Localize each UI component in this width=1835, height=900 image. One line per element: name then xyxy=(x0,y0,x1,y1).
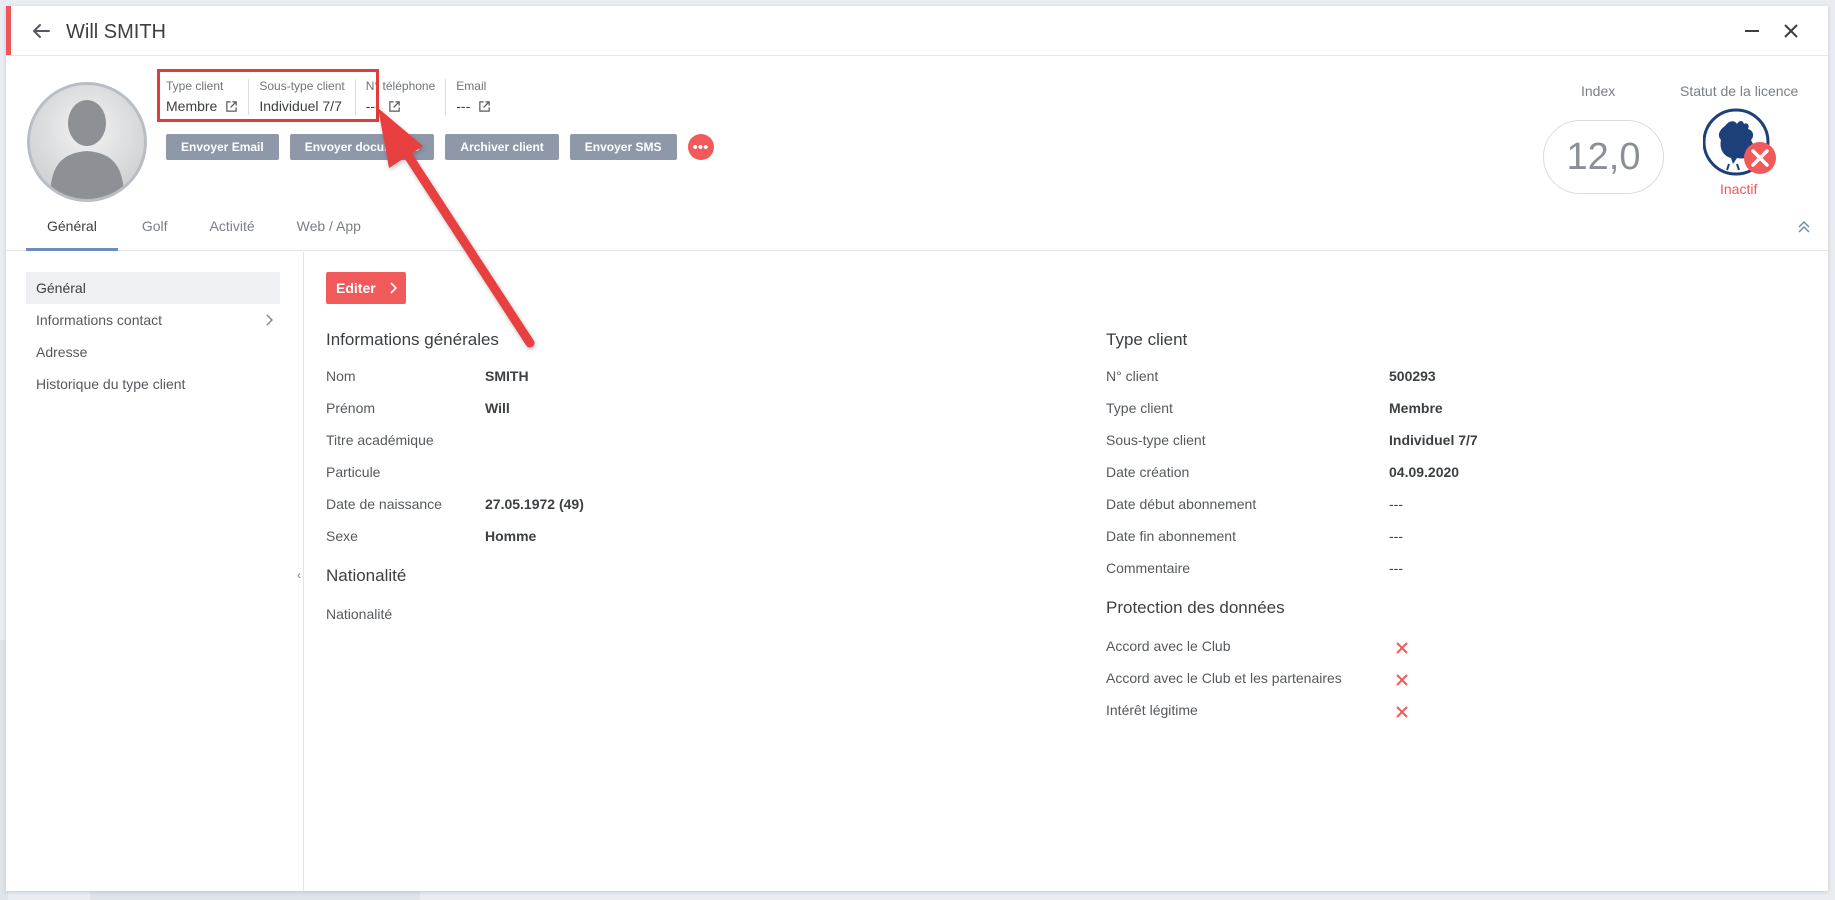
background-shape xyxy=(90,891,420,900)
sidebar-item-general[interactable]: Général xyxy=(26,272,280,304)
row-value: Membre xyxy=(1389,400,1443,416)
tab-golf[interactable]: Golf xyxy=(118,206,189,251)
main-content: Editer Informations générales Nom SMITH … xyxy=(305,252,1828,891)
cross-icon xyxy=(1396,674,1408,686)
row-label: Prénom xyxy=(326,400,376,416)
cross-icon xyxy=(1396,642,1408,654)
edit-button-label: Editer xyxy=(336,280,376,296)
window-title: Will SMITH xyxy=(66,21,166,43)
avatar xyxy=(27,82,147,202)
rooster-licence-icon xyxy=(1703,108,1776,176)
external-link-icon[interactable] xyxy=(478,100,491,113)
collapse-header-icon[interactable] xyxy=(1796,219,1812,235)
row-label: Accord avec le Club xyxy=(1106,638,1231,654)
sidebar-item-label: Informations contact xyxy=(36,312,163,328)
tab-general[interactable]: Général xyxy=(26,206,118,251)
row-label: Nom xyxy=(326,368,356,384)
row-value: --- xyxy=(1389,528,1403,544)
section-title-client-type: Type client xyxy=(1106,330,1188,349)
row-value: 500293 xyxy=(1389,368,1436,384)
row-value: --- xyxy=(1389,560,1403,576)
row-label: Sexe xyxy=(326,528,358,544)
section-title-general: Informations générales xyxy=(326,330,499,349)
collapse-sidebar-icon[interactable]: ‹ xyxy=(297,568,301,582)
tab-activity[interactable]: Activité xyxy=(189,206,276,251)
row-label: Type client xyxy=(1106,400,1173,416)
row-label: Titre académique xyxy=(326,432,434,448)
index-value: 12,0 xyxy=(1543,120,1664,194)
row-label: Date début abonnement xyxy=(1106,496,1257,512)
edit-button[interactable]: Editer xyxy=(326,272,406,304)
archive-client-button[interactable]: Archiver client xyxy=(445,134,559,160)
external-link-icon[interactable] xyxy=(388,100,401,113)
row-label: N° client xyxy=(1106,368,1159,384)
row-value: Will xyxy=(485,400,510,416)
row-label: Sous-type client xyxy=(1106,432,1206,448)
minimize-icon[interactable] xyxy=(1741,20,1763,42)
row-label: Date création xyxy=(1106,464,1190,480)
field-value: --- xyxy=(456,98,471,114)
person-silhouette-icon xyxy=(50,100,124,199)
cross-icon xyxy=(1396,706,1408,718)
client-header: Type client Membre Sous-type client Indi… xyxy=(6,56,1828,251)
client-window: Will SMITH Type client Membre Sous-type … xyxy=(6,6,1828,891)
licence-status-label: Statut de la licence xyxy=(1680,83,1799,99)
action-buttons: Envoyer Email Envoyer documents Archiver… xyxy=(166,134,714,160)
section-title-nationality: Nationalité xyxy=(326,566,407,585)
chevron-right-icon xyxy=(266,314,273,326)
field-label: Email xyxy=(456,79,487,93)
licence-status-value: Inactif xyxy=(1720,181,1758,197)
sidebar: Général Informations contact Adresse His… xyxy=(6,252,304,891)
annotation-highlight-box xyxy=(157,69,379,122)
section-title-data-protection: Protection des données xyxy=(1106,598,1285,617)
index-label: Index xyxy=(1581,83,1616,99)
row-label: Nationalité xyxy=(326,606,393,622)
sidebar-item-contact[interactable]: Informations contact xyxy=(26,304,280,336)
send-documents-button[interactable]: Envoyer documents xyxy=(289,134,435,160)
row-value: Homme xyxy=(485,528,537,544)
row-label: Date de naissance xyxy=(326,496,442,512)
tab-bar: Général Golf Activité Web / App xyxy=(26,206,382,251)
sidebar-item-address[interactable]: Adresse xyxy=(26,336,280,368)
back-arrow-icon[interactable] xyxy=(29,19,53,43)
row-label: Particule xyxy=(326,464,381,480)
close-icon[interactable] xyxy=(1780,20,1802,42)
field-email: Email --- xyxy=(456,79,501,115)
row-label: Accord avec le Club et les partenaires xyxy=(1106,670,1342,686)
send-email-button[interactable]: Envoyer Email xyxy=(166,134,279,160)
more-options-button[interactable]: ••• xyxy=(687,134,714,160)
row-value: SMITH xyxy=(485,368,529,384)
row-value: 04.09.2020 xyxy=(1389,464,1460,480)
send-sms-button[interactable]: Envoyer SMS xyxy=(569,134,677,160)
row-value: Individuel 7/7 xyxy=(1389,432,1478,448)
tab-web-app[interactable]: Web / App xyxy=(276,206,382,251)
row-value: 27.05.1972 (49) xyxy=(485,496,584,512)
row-label: Intérêt légitime xyxy=(1106,702,1198,718)
row-label: Date fin abonnement xyxy=(1106,528,1236,544)
row-label: Commentaire xyxy=(1106,560,1191,576)
sidebar-item-history[interactable]: Historique du type client xyxy=(26,368,280,400)
row-value: --- xyxy=(1389,496,1403,512)
chevron-right-icon xyxy=(390,282,398,294)
title-bar: Will SMITH xyxy=(6,6,1828,56)
